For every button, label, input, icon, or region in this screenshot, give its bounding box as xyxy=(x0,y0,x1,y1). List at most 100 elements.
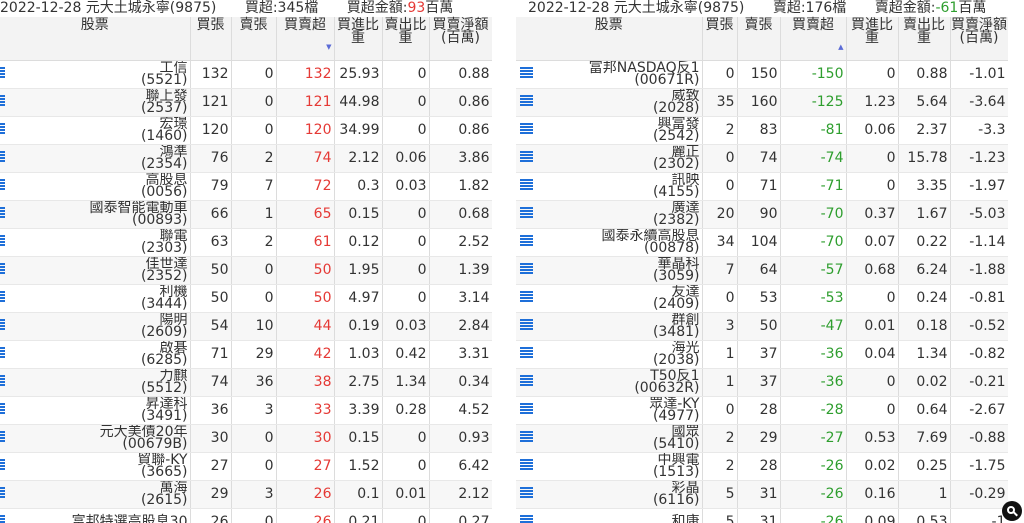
stock-cell[interactable]: 彩晶 (6116) xyxy=(540,480,703,509)
stock-cell[interactable]: 聯上發 (2537) xyxy=(9,88,191,117)
stock-cell[interactable]: 威致 (2028) xyxy=(540,88,703,117)
table-row[interactable]: 群創 (3481) 3 50 -47 0.01 0.18 -0.52 xyxy=(516,312,1008,341)
row-menu[interactable] xyxy=(516,340,540,369)
table-row[interactable]: 鴻準 (2354) 76 2 74 2.12 0.06 3.86 xyxy=(0,144,492,173)
stock-cell[interactable]: 國泰智能電動車 (00893) xyxy=(9,200,191,229)
row-menu[interactable] xyxy=(0,312,9,341)
table-row[interactable]: 力麒 (5512) 74 36 38 2.75 1.34 0.34 xyxy=(0,368,492,397)
table-row[interactable]: 佳世達 (2352) 50 0 50 1.95 0 1.39 xyxy=(0,256,492,285)
stock-cell[interactable]: T50反1 (00632R) xyxy=(540,368,703,397)
row-menu[interactable] xyxy=(516,368,540,397)
row-menu[interactable] xyxy=(0,368,9,397)
row-menu[interactable] xyxy=(516,88,540,117)
row-menu[interactable] xyxy=(0,340,9,369)
stock-cell[interactable]: 貿聯-KY (3665) xyxy=(9,452,191,481)
stock-name[interactable]: 富邦特選高股息30 xyxy=(9,515,188,523)
stock-cell[interactable]: 國眾 (5410) xyxy=(540,424,703,453)
list-icon[interactable] xyxy=(0,431,5,442)
table-row[interactable]: 興富發 (2542) 2 83 -81 0.06 2.37 -3.3 xyxy=(516,116,1008,145)
row-menu[interactable] xyxy=(0,256,9,285)
stock-cell[interactable]: 宏璟 (1460) xyxy=(9,116,191,145)
stock-cell[interactable]: 富邦NASDAQ反1 (00671R) xyxy=(540,60,703,89)
stock-cell[interactable]: 華晶科 (3059) xyxy=(540,256,703,285)
row-menu[interactable] xyxy=(516,424,540,453)
row-menu[interactable] xyxy=(516,312,540,341)
stock-cell[interactable]: 興富發 (2542) xyxy=(540,116,703,145)
table-row[interactable]: 友達 (2409) 0 53 -53 0 0.24 -0.81 xyxy=(516,284,1008,313)
stock-cell[interactable]: 富邦特選高股息30 xyxy=(9,508,191,523)
stock-cell[interactable]: 高股息 (0056) xyxy=(9,172,191,201)
list-icon[interactable] xyxy=(520,347,533,358)
table-row[interactable]: T50反1 (00632R) 1 37 -36 0 0.02 -0.21 xyxy=(516,368,1008,397)
list-icon[interactable] xyxy=(0,95,5,106)
col-buy-lots[interactable]: 買張 xyxy=(190,17,232,61)
table-row[interactable]: 聯電 (2303) 63 2 61 0.12 0 2.52 xyxy=(0,228,492,257)
col-stock[interactable]: 股票 xyxy=(516,17,703,61)
list-icon[interactable] xyxy=(0,263,5,274)
table-row[interactable]: 富邦NASDAQ反1 (00671R) 0 150 -150 0 0.88 -1.01 xyxy=(516,60,1008,89)
list-icon[interactable] xyxy=(0,179,5,190)
row-menu[interactable] xyxy=(516,284,540,313)
list-icon[interactable] xyxy=(520,123,533,134)
list-icon[interactable] xyxy=(520,459,533,470)
stock-cell[interactable]: 聯電 (2303) xyxy=(9,228,191,257)
col-sell-ratio[interactable]: 賣出比重 xyxy=(898,17,951,61)
stock-cell[interactable]: 工信 (5521) xyxy=(9,60,191,89)
table-row[interactable]: 元大美債20年 (00679B) 30 0 30 0.15 0 0.93 xyxy=(0,424,492,453)
stock-cell[interactable]: 利機 (3444) xyxy=(9,284,191,313)
table-row[interactable]: 廣達 (2382) 20 90 -70 0.37 1.67 -5.03 xyxy=(516,200,1008,229)
row-menu[interactable] xyxy=(0,116,9,145)
table-row[interactable]: 訊映 (4155) 0 71 -71 0 3.35 -1.97 xyxy=(516,172,1008,201)
row-menu[interactable] xyxy=(516,200,540,229)
stock-cell[interactable]: 啟碁 (6285) xyxy=(9,340,191,369)
table-row[interactable]: 國泰智能電動車 (00893) 66 1 65 0.15 0 0.68 xyxy=(0,200,492,229)
list-icon[interactable] xyxy=(0,151,5,162)
list-icon[interactable] xyxy=(0,403,5,414)
col-stock[interactable]: 股票 xyxy=(0,17,191,61)
stock-cell[interactable]: 廣達 (2382) xyxy=(540,200,703,229)
list-icon[interactable] xyxy=(520,179,533,190)
row-menu[interactable] xyxy=(0,424,9,453)
table-row[interactable]: 利機 (3444) 50 0 50 4.97 0 3.14 xyxy=(0,284,492,313)
row-menu[interactable] xyxy=(516,508,540,523)
row-menu[interactable] xyxy=(516,172,540,201)
row-menu[interactable] xyxy=(0,508,9,523)
list-icon[interactable] xyxy=(0,487,5,498)
table-row[interactable]: 富邦特選高股息30 26 0 26 0.21 0 0.27 xyxy=(0,508,492,523)
row-menu[interactable] xyxy=(516,396,540,425)
row-menu[interactable] xyxy=(516,228,540,257)
row-menu[interactable] xyxy=(0,228,9,257)
stock-cell[interactable]: 訊映 (4155) xyxy=(540,172,703,201)
list-icon[interactable] xyxy=(0,291,5,302)
stock-cell[interactable]: 鴻準 (2354) xyxy=(9,144,191,173)
table-row[interactable]: 工信 (5521) 132 0 132 25.93 0 0.88 xyxy=(0,60,492,89)
row-menu[interactable] xyxy=(516,116,540,145)
col-sell-lots[interactable]: 賣張 xyxy=(231,17,277,61)
row-menu[interactable] xyxy=(516,452,540,481)
table-row[interactable]: 萬海 (2615) 29 3 26 0.1 0.01 2.12 xyxy=(0,480,492,509)
list-icon[interactable] xyxy=(0,123,5,134)
list-icon[interactable] xyxy=(520,403,533,414)
row-menu[interactable] xyxy=(0,200,9,229)
stock-cell[interactable]: 麗正 (2302) xyxy=(540,144,703,173)
table-row[interactable]: 國泰永續高股息 (00878) 34 104 -70 0.07 0.22 -1.14 xyxy=(516,228,1008,257)
table-row[interactable]: 和康 5 31 -26 0.09 0.53 -1 xyxy=(516,508,1008,523)
stock-cell[interactable]: 群創 (3481) xyxy=(540,312,703,341)
col-net-lots[interactable]: 買賣超 ▲ xyxy=(780,17,847,61)
table-row[interactable]: 啟碁 (6285) 71 29 42 1.03 0.42 3.31 xyxy=(0,340,492,369)
col-buy-lots[interactable]: 買張 xyxy=(702,17,738,61)
list-icon[interactable] xyxy=(0,515,5,523)
col-sell-lots[interactable]: 賣張 xyxy=(737,17,781,61)
stock-cell[interactable]: 元大美債20年 (00679B) xyxy=(9,424,191,453)
list-icon[interactable] xyxy=(520,291,533,302)
stock-cell[interactable]: 佳世達 (2352) xyxy=(9,256,191,285)
list-icon[interactable] xyxy=(0,319,5,330)
stock-cell[interactable]: 海光 (2038) xyxy=(540,340,703,369)
stock-cell[interactable]: 萬海 (2615) xyxy=(9,480,191,509)
table-row[interactable]: 國眾 (5410) 2 29 -27 0.53 7.69 -0.88 xyxy=(516,424,1008,453)
list-icon[interactable] xyxy=(0,235,5,246)
row-menu[interactable] xyxy=(0,284,9,313)
list-icon[interactable] xyxy=(520,263,533,274)
row-menu[interactable] xyxy=(0,88,9,117)
col-net-amount[interactable]: 買賣淨額(百萬) xyxy=(429,17,492,61)
